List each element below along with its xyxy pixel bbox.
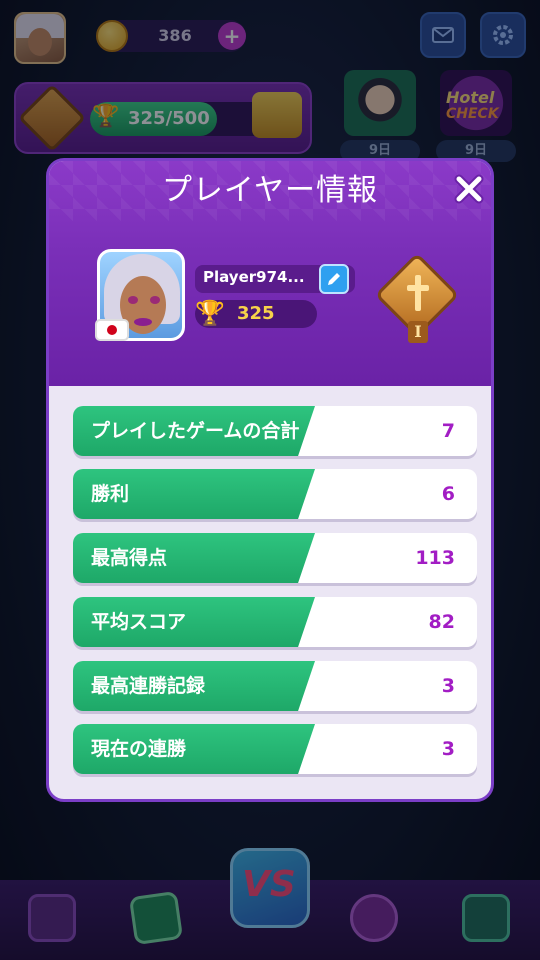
stat-row-current-streak: 現在の連勝 3 xyxy=(73,724,477,774)
coin-count: 386 xyxy=(158,26,192,45)
stat-row-best-streak: 最高連勝記録 3 xyxy=(73,661,477,711)
close-button[interactable] xyxy=(451,171,487,207)
stat-value: 113 xyxy=(415,547,455,569)
stat-label: 最高得点 xyxy=(91,547,168,569)
avatar-eye xyxy=(128,296,138,304)
rank-numeral: I xyxy=(408,321,428,343)
edit-pencil-icon xyxy=(328,273,340,285)
stat-value: 82 xyxy=(428,611,455,633)
stat-value: 3 xyxy=(441,675,455,697)
close-icon xyxy=(454,174,484,204)
gear-icon xyxy=(493,25,513,45)
stat-row-games-played: プレイしたゲームの合計 7 xyxy=(73,406,477,456)
rank-cross-icon xyxy=(407,275,429,311)
rank-star-icon xyxy=(350,894,398,942)
hotel-check-logo: Hotel CHECK xyxy=(446,90,499,122)
stat-row-wins: 勝利 6 xyxy=(73,469,477,519)
nav-shop[interactable] xyxy=(22,888,82,948)
avatar-face xyxy=(28,28,52,56)
stat-label: 勝利 xyxy=(91,483,130,505)
trophy-progress-text: 325/500 xyxy=(128,108,210,129)
stat-value: 3 xyxy=(441,738,455,760)
player-name: Player974... xyxy=(203,268,305,286)
versus-label: VS xyxy=(242,864,296,905)
hotel-logo-line1: Hotel xyxy=(446,88,495,107)
flag-japan-icon xyxy=(95,319,129,341)
stat-label: 最高連勝記録 xyxy=(91,675,206,697)
hotel-logo-line2: CHECK xyxy=(446,106,499,122)
avatar-lips xyxy=(134,318,152,326)
coin-icon xyxy=(96,20,128,52)
friends-icon xyxy=(462,894,510,942)
trophy-count: 325 xyxy=(237,303,275,324)
nav-versus[interactable]: VS xyxy=(220,838,320,938)
mail-button[interactable] xyxy=(420,12,466,58)
chest-icon xyxy=(252,92,302,138)
edit-name-button[interactable] xyxy=(319,264,349,294)
event-character-image xyxy=(344,70,416,136)
stat-value: 7 xyxy=(441,420,455,442)
stat-label: プレイしたゲームの合計 xyxy=(91,420,300,442)
trophy-icon: 🏆 xyxy=(92,104,120,129)
add-coins-button[interactable]: + xyxy=(218,22,246,50)
avatar-eye xyxy=(150,296,160,304)
stat-row-high-score: 最高得点 113 xyxy=(73,533,477,583)
trophy-icon: 🏆 xyxy=(195,299,225,327)
nav-rank[interactable] xyxy=(344,888,404,948)
stat-row-average-score: 平均スコア 82 xyxy=(73,597,477,647)
modal-title: プレイヤー情報 xyxy=(161,173,379,208)
stat-label: 平均スコア xyxy=(91,611,187,633)
event-hotel-check[interactable]: Hotel CHECK 9日 xyxy=(436,70,516,162)
shop-icon xyxy=(28,894,76,942)
stat-value: 6 xyxy=(441,483,455,505)
settings-button[interactable] xyxy=(480,12,526,58)
player-avatar-small[interactable] xyxy=(14,12,66,64)
event-character[interactable]: 9日 xyxy=(340,70,420,162)
mail-icon xyxy=(432,27,454,43)
nav-cards[interactable] xyxy=(126,888,186,948)
stat-label: 現在の連勝 xyxy=(91,738,187,760)
nav-friends[interactable] xyxy=(456,888,516,948)
cards-icon xyxy=(128,890,184,946)
player-info-modal: プレイヤー情報 Player974... 🏆 325 I プレイしたゲームの合計… xyxy=(46,158,494,802)
